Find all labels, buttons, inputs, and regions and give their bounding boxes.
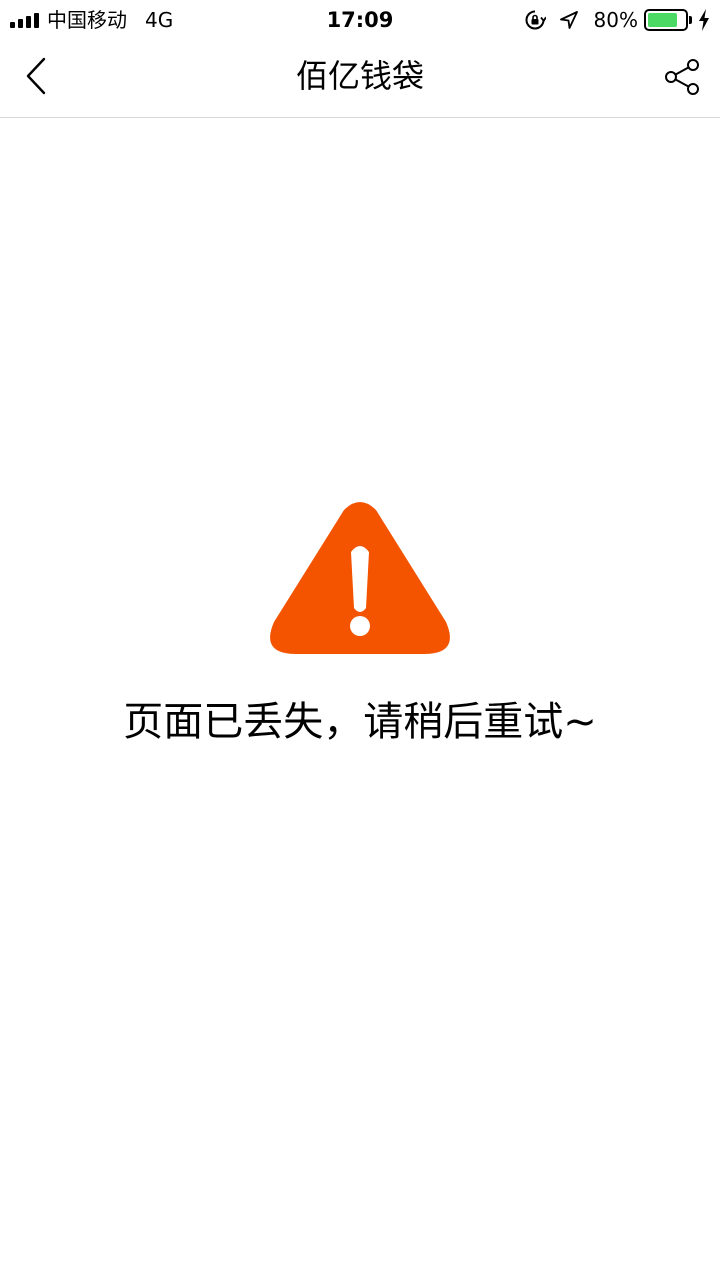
main-content: 页面已丢失，请稍后重试~	[0, 118, 720, 1280]
back-button[interactable]	[12, 46, 60, 106]
battery-icon	[644, 9, 692, 31]
status-right: 80%	[524, 0, 710, 40]
share-icon	[665, 59, 699, 95]
charging-icon	[699, 9, 709, 31]
battery-nub	[689, 16, 692, 24]
chevron-left-icon	[26, 57, 46, 95]
network-type: 4G	[145, 8, 174, 32]
battery-percent: 80%	[593, 8, 638, 32]
signal-icon	[10, 12, 39, 28]
status-left: 中国移动 4G	[10, 0, 173, 40]
battery-level-fill	[648, 13, 677, 27]
carrier-name: 中国移动	[47, 8, 127, 32]
lock-rotation-icon	[525, 10, 546, 30]
status-bar: 中国移动 4G 17:09 80%	[0, 0, 720, 40]
screen: 中国移动 4G 17:09 80% 佰亿钱袋 页面已丢失，请稍后重试~	[0, 0, 720, 1280]
warning-icon	[270, 502, 450, 654]
location-icon	[559, 11, 578, 29]
navigation-bar: 佰亿钱袋	[0, 40, 720, 118]
error-message: 页面已丢失，请稍后重试~	[123, 699, 597, 745]
share-button[interactable]	[658, 52, 708, 102]
page-title: 佰亿钱袋	[295, 57, 424, 95]
